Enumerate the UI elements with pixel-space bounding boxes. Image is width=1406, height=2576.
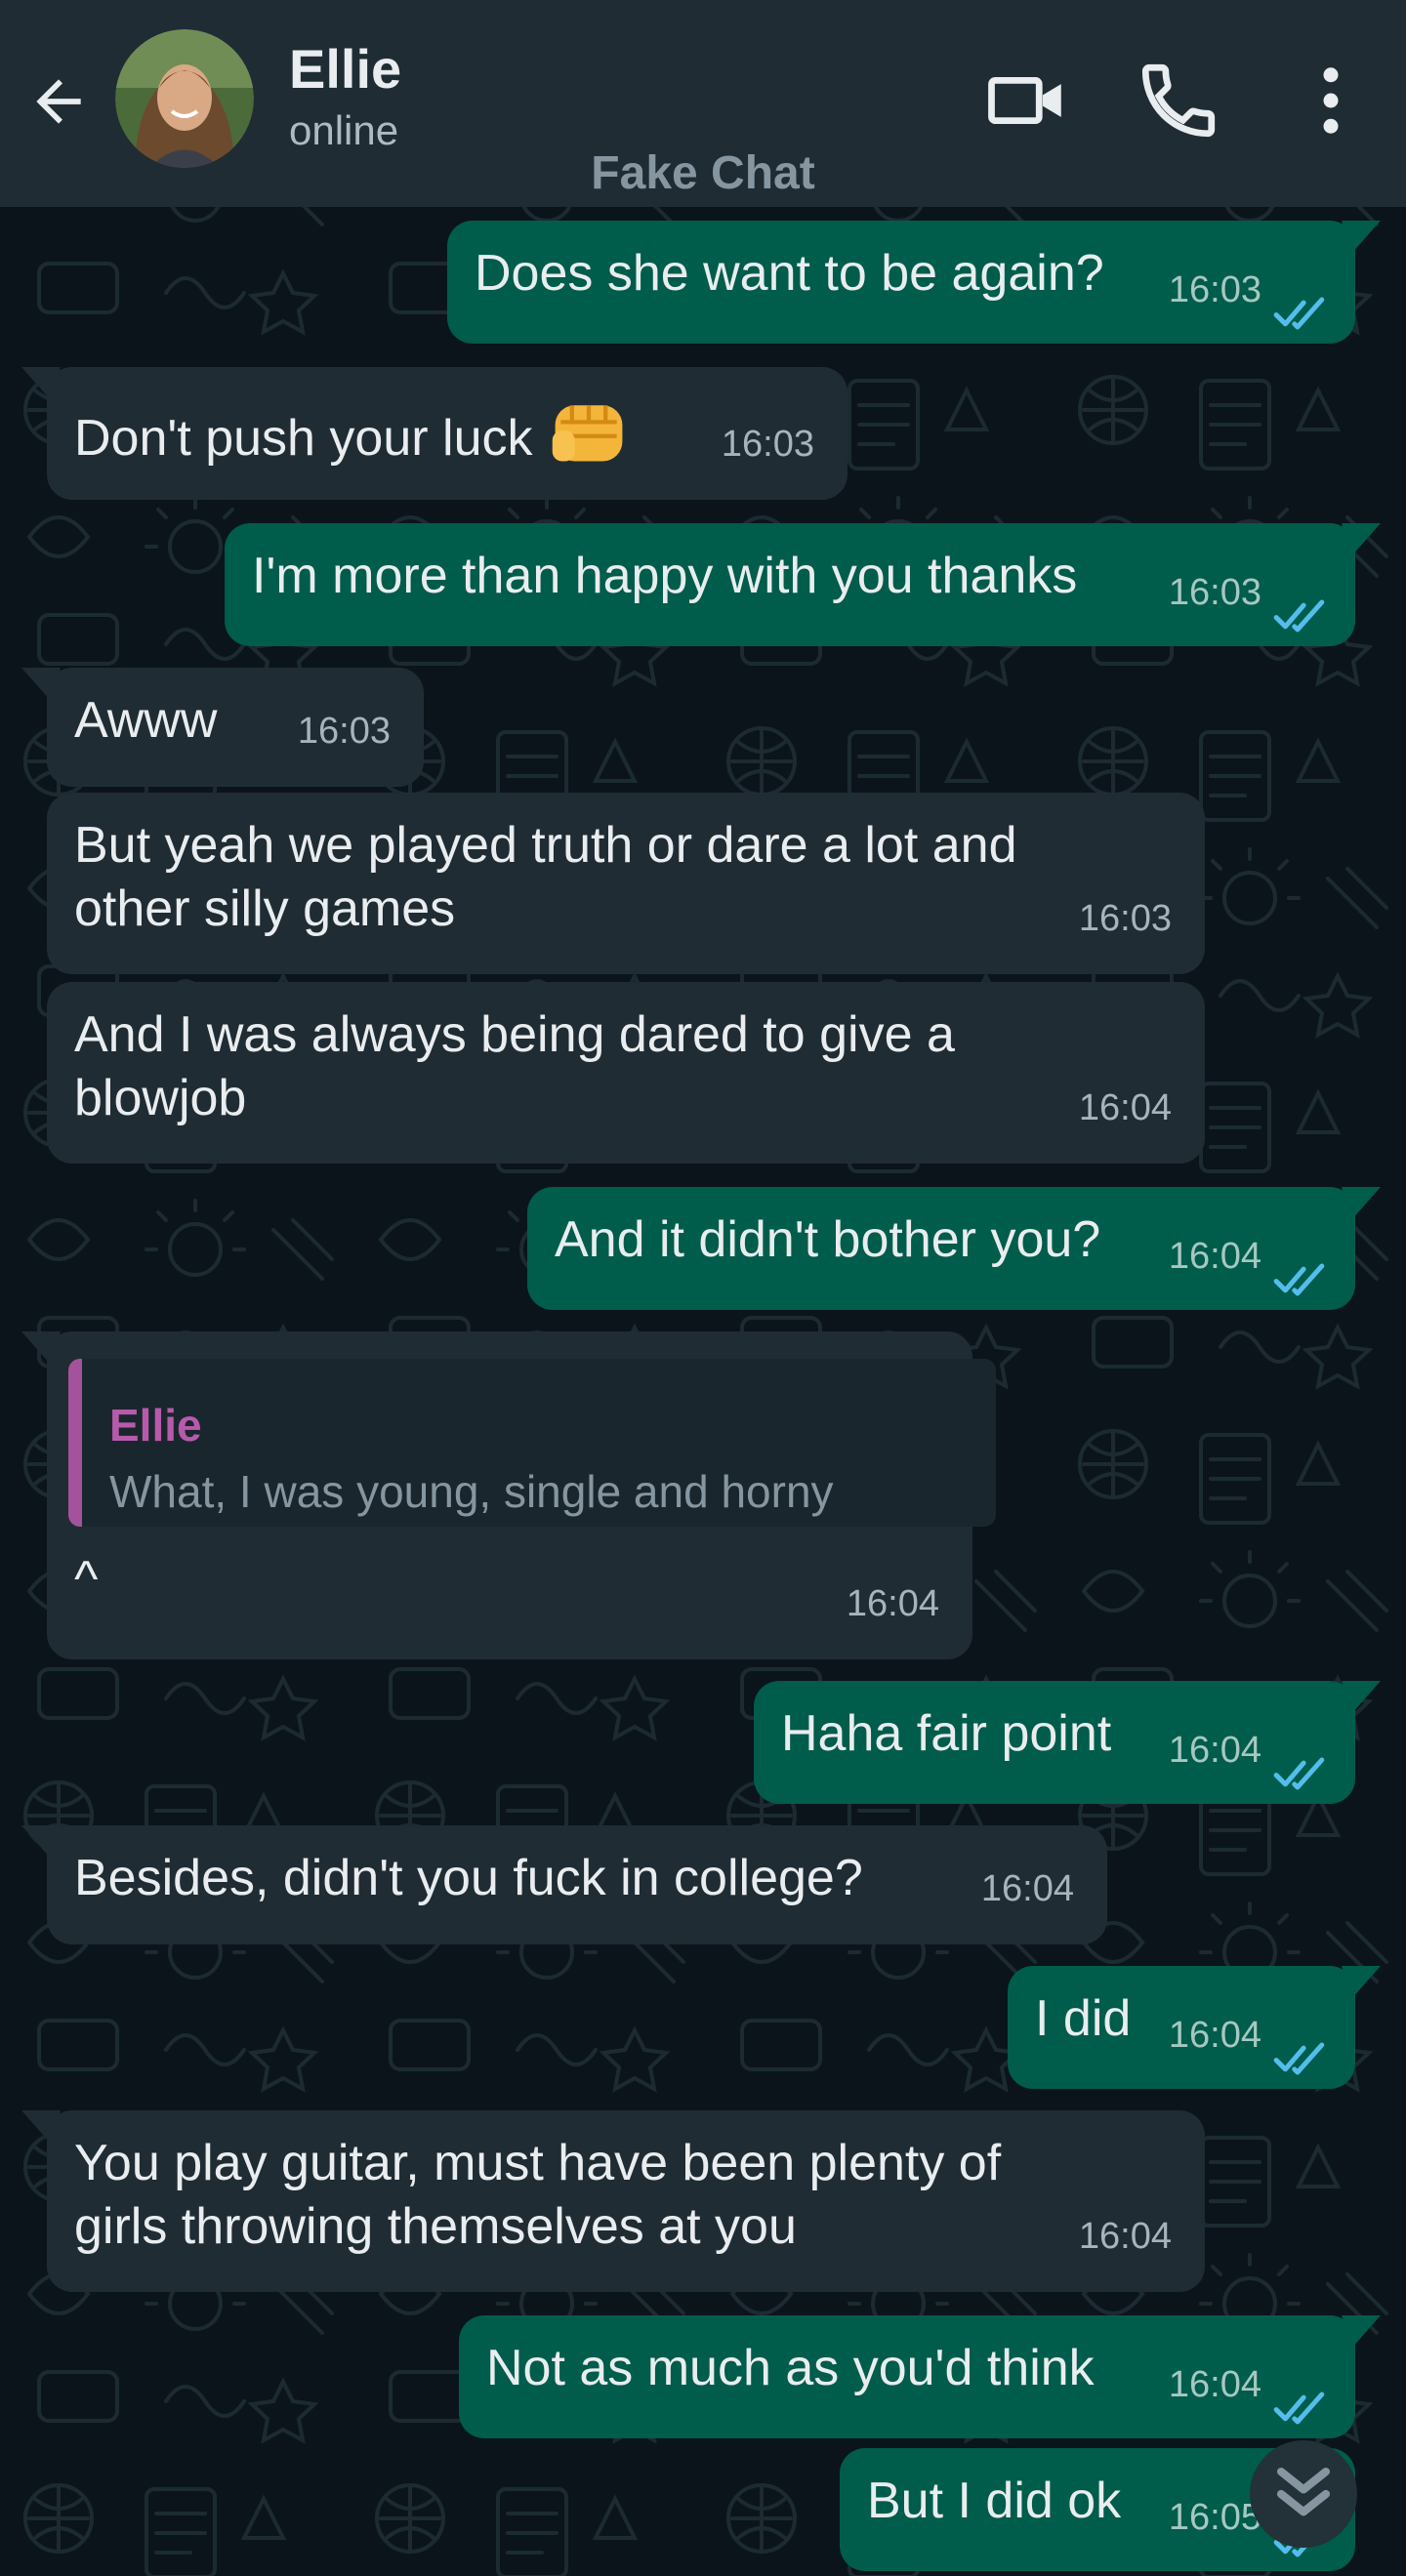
bubble-tail: [1342, 1966, 1381, 1999]
bubble-tail: [1342, 1681, 1381, 1714]
message-time: 16:04: [1168, 1236, 1261, 1277]
outgoing-message[interactable]: Does she want to be again? 16:03: [447, 221, 1381, 344]
quote-text: What, I was young, single and horny: [109, 1466, 834, 1517]
outgoing-message[interactable]: I'm more than happy with you thanks 16:03: [225, 523, 1381, 646]
outgoing-message[interactable]: I did 16:04: [1008, 1966, 1381, 2089]
message-time: 16:04: [1168, 1730, 1261, 1771]
message-text: But I did ok: [867, 2473, 1122, 2529]
message-text: Awww: [74, 692, 218, 749]
oncoming-fist-emoji-icon: [533, 405, 631, 467]
scroll-to-bottom-button[interactable]: [1250, 2440, 1357, 2548]
quoted-message[interactable]: Ellie What, I was young, single and horny: [68, 1359, 996, 1527]
message-time: 16:05: [1168, 2497, 1261, 2538]
bubble-tail: [1342, 523, 1381, 556]
message-time: 16:04: [980, 1868, 1074, 1909]
bubble-tail: [21, 668, 61, 701]
message-time: 16:03: [721, 424, 814, 465]
message-text: And I was always being dared to give a b…: [74, 1006, 955, 1126]
message-text: Haha fair point: [781, 1705, 1112, 1762]
outgoing-message[interactable]: Not as much as you'd think 16:04: [459, 2315, 1381, 2438]
incoming-message[interactable]: And I was always being dared to give a b…: [47, 982, 1205, 1164]
message-time: 16:04: [1078, 2216, 1172, 2257]
read-receipt-icon: [1273, 2378, 1328, 2425]
outgoing-message[interactable]: Haha fair point 16:04: [754, 1681, 1381, 1804]
message-time: 16:04: [1078, 1087, 1172, 1128]
incoming-message[interactable]: Ellie What, I was young, single and horny…: [21, 1331, 996, 1659]
double-chevron-down-icon: [1276, 2467, 1331, 2516]
message-time: 16:03: [297, 711, 391, 752]
message-text: ^: [74, 1551, 99, 1608]
message-text: Not as much as you'd think: [486, 2340, 1095, 2396]
incoming-message[interactable]: Don't push your luck 16:03: [21, 367, 848, 500]
video-call-icon[interactable]: [984, 57, 1072, 144]
message-text: I'm more than happy with you thanks: [252, 548, 1078, 604]
incoming-message[interactable]: Awww 16:03: [21, 668, 424, 787]
bubble-tail: [1342, 2315, 1381, 2349]
quote-accent-bar: [68, 1359, 82, 1527]
watermark-label: Fake Chat: [591, 147, 815, 199]
message-time: 16:04: [846, 1583, 939, 1624]
more-vert-icon[interactable]: [1287, 57, 1375, 144]
message-time: 16:04: [1168, 2015, 1261, 2056]
message-text: Besides, didn't you fuck in college?: [74, 1850, 863, 1906]
message-time: 16:04: [1168, 2364, 1261, 2405]
bubble-tail: [1342, 1187, 1381, 1220]
read-receipt-icon: [1273, 1743, 1328, 1790]
read-receipt-icon: [1273, 2028, 1328, 2075]
bubble-tail: [21, 2110, 61, 2144]
message-time: 16:03: [1168, 269, 1261, 310]
message-text: I did: [1035, 1990, 1132, 2047]
message-time: 16:03: [1078, 898, 1172, 939]
incoming-message[interactable]: You play guitar, must have been plenty o…: [21, 2110, 1205, 2292]
message-text: And it didn't bother you?: [555, 1211, 1101, 1268]
message-text: Don't push your luck: [74, 388, 631, 472]
bubble-tail: [21, 367, 61, 400]
message-text: But yeah we played truth or dare a lot a…: [74, 817, 1017, 937]
incoming-message[interactable]: Besides, didn't you fuck in college? 16:0…: [21, 1825, 1107, 1944]
quote-author: Ellie: [109, 1400, 202, 1451]
read-receipt-icon: [1273, 1249, 1328, 1296]
read-receipt-icon: [1273, 586, 1328, 633]
voice-call-icon[interactable]: [1135, 57, 1222, 144]
incoming-message[interactable]: But yeah we played truth or dare a lot a…: [47, 793, 1205, 974]
message-text: Does she want to be again?: [475, 245, 1104, 302]
read-receipt-icon: [1273, 283, 1328, 330]
bubble-tail: [21, 1825, 61, 1859]
bubble-tail: [21, 1331, 61, 1365]
back-arrow-icon[interactable]: [25, 68, 92, 135]
message-time: 16:03: [1168, 572, 1261, 613]
outgoing-message[interactable]: And it didn't bother you? 16:04: [527, 1187, 1381, 1310]
contact-name[interactable]: Ellie: [289, 37, 401, 101]
bubble-tail: [1342, 221, 1381, 254]
message-text: You play guitar, must have been plenty o…: [74, 2135, 1002, 2255]
